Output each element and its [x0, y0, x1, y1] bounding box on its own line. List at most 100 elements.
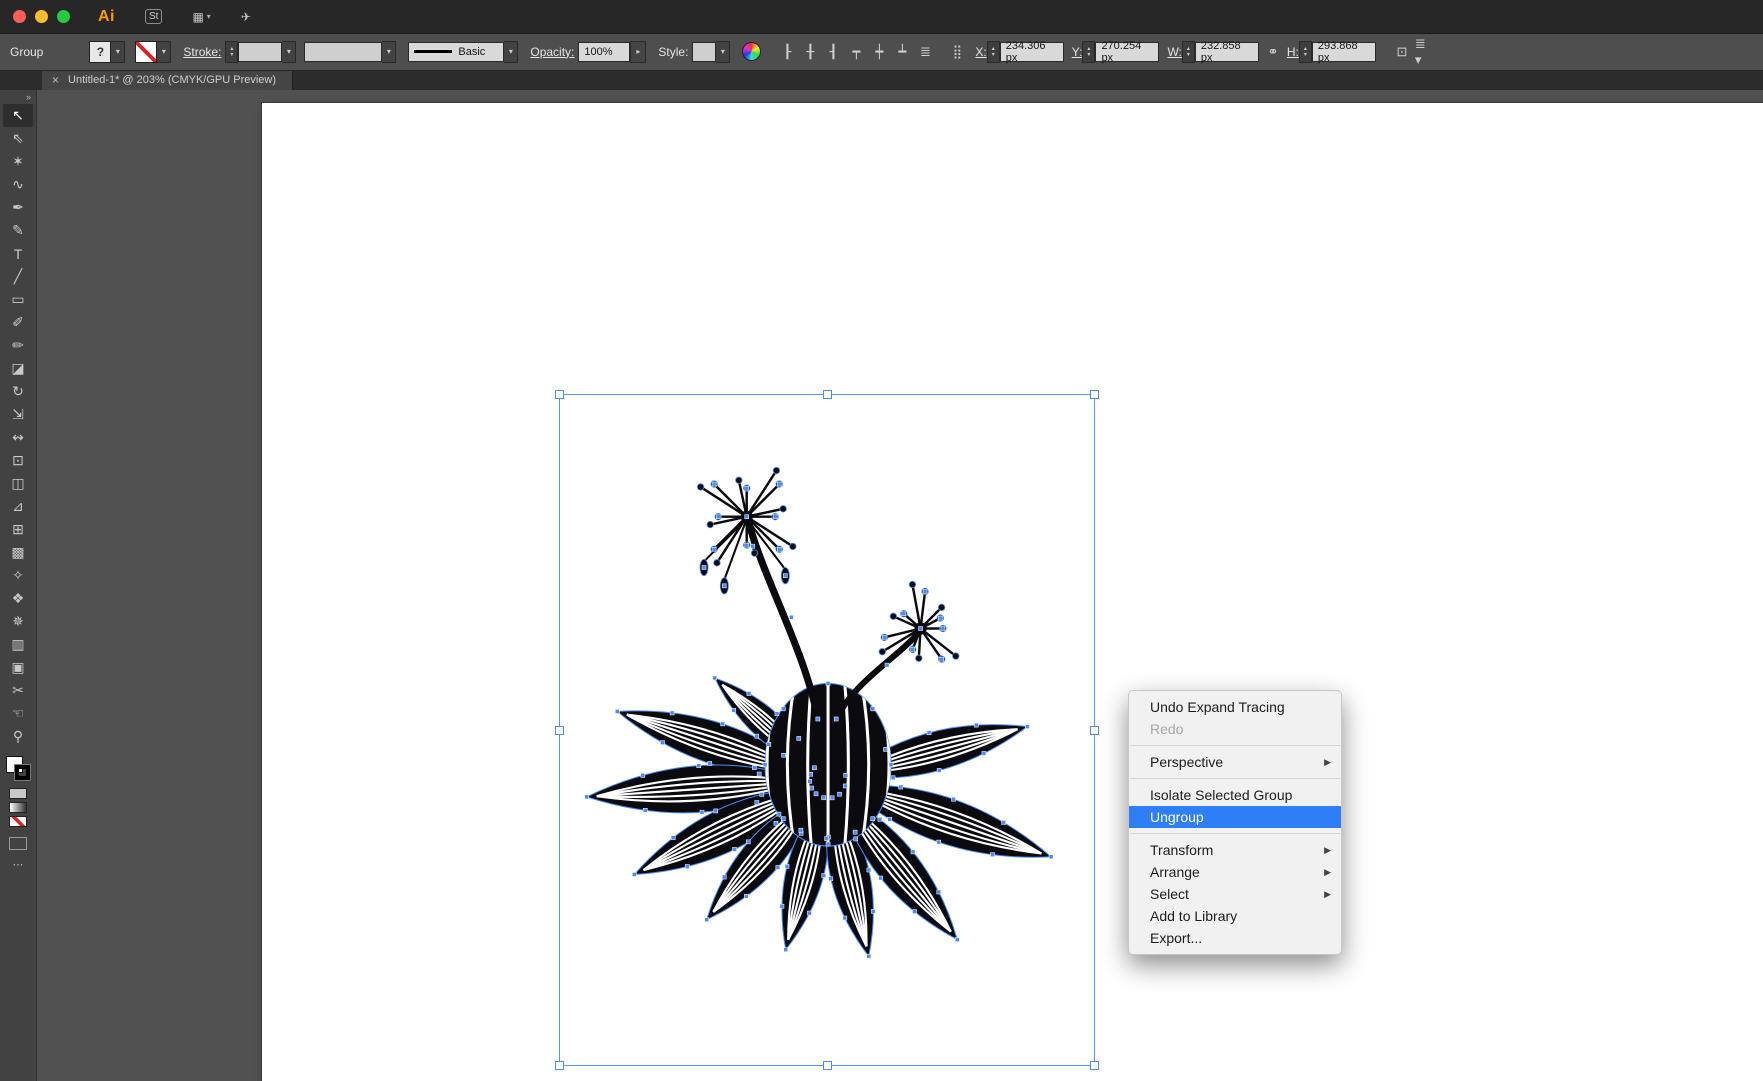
width-field[interactable]: ▴ ▾ 232.858 px — [1182, 41, 1259, 63]
zoom-tool[interactable]: ⚲ — [3, 725, 33, 748]
selection-handle-ne[interactable] — [1090, 390, 1099, 399]
rectangle-tool[interactable]: ▭ — [3, 288, 33, 311]
artboard-tool[interactable]: ▣ — [3, 656, 33, 679]
selection-handle-s[interactable] — [823, 1061, 832, 1070]
free-transform-tool[interactable]: ⊡ — [3, 449, 33, 472]
perspective-grid-tool[interactable]: ⊿ — [3, 495, 33, 518]
selection-options-icon[interactable]: ≣ ▾ — [1415, 42, 1435, 62]
distribute-objects-icon[interactable]: ≣ — [915, 42, 935, 62]
rotate-tool[interactable]: ↻ — [3, 380, 33, 403]
fill-stroke-indicator[interactable] — [6, 756, 30, 780]
fit-artboard-icon[interactable]: ⊡ — [1392, 42, 1412, 62]
selection-handle-se[interactable] — [1090, 1061, 1099, 1070]
menu-item-undo-expand-tracing[interactable]: Undo Expand Tracing — [1129, 696, 1341, 718]
chevron-down-icon[interactable]: ▾ — [282, 41, 296, 63]
x-coordinate-label[interactable]: X: — [975, 45, 986, 59]
style-select[interactable]: ▾ — [692, 41, 730, 63]
close-window-button[interactable] — [13, 10, 26, 23]
align-horizontal-right-icon[interactable]: ┨ — [823, 42, 843, 62]
align-horizontal-left-icon[interactable]: ┠ — [777, 42, 797, 62]
align-vertical-center-icon[interactable]: ┿ — [869, 42, 889, 62]
align-vertical-bottom-icon[interactable]: ┷ — [892, 42, 912, 62]
menu-item-select[interactable]: Select▶ — [1129, 883, 1341, 905]
opacity-link[interactable]: Opacity: — [530, 45, 574, 59]
magic-wand-tool[interactable]: ✶ — [3, 150, 33, 173]
menu-item-ungroup[interactable]: Ungroup — [1129, 806, 1341, 828]
hand-tool[interactable]: ☜ — [3, 702, 33, 725]
selection-handle-n[interactable] — [823, 390, 832, 399]
direct-selection-tool[interactable]: ⇖ — [3, 127, 33, 150]
menu-item-isolate-selected-group[interactable]: Isolate Selected Group — [1129, 784, 1341, 806]
align-horizontal-center-icon[interactable]: ╂ — [800, 42, 820, 62]
more-tools-icon[interactable]: ⋯ — [13, 858, 24, 871]
x-coordinate-field[interactable]: ▴ ▾ 234.306 px — [987, 41, 1064, 63]
gradient-mode-button[interactable] — [9, 802, 27, 813]
recolor-artwork-icon[interactable] — [742, 42, 761, 61]
expand-panel-icon[interactable]: » — [26, 92, 31, 102]
width-tool[interactable]: ↭ — [3, 426, 33, 449]
stroke-weight-field[interactable]: ▴ ▾ ▾ — [225, 41, 296, 63]
stepper-icon[interactable]: ▴ ▾ — [1299, 41, 1312, 63]
minimize-window-button[interactable] — [35, 10, 48, 23]
scale-tool[interactable]: ⇲ — [3, 403, 33, 426]
screen-mode-button[interactable] — [9, 837, 27, 850]
menu-item-perspective[interactable]: Perspective▶ — [1129, 751, 1341, 773]
fill-color-swatch[interactable]: ▾ — [135, 41, 171, 63]
lasso-tool[interactable]: ∿ — [3, 173, 33, 196]
type-tool[interactable]: T — [3, 242, 33, 265]
none-mode-button[interactable] — [9, 816, 27, 827]
close-tab-icon[interactable]: × — [52, 73, 59, 87]
stroke-swatch[interactable] — [15, 765, 30, 780]
paintbrush-tool[interactable]: ✐ — [3, 311, 33, 334]
height-field[interactable]: ▴ ▾ 293.868 px — [1299, 41, 1376, 63]
height-label[interactable]: H: — [1287, 45, 1299, 59]
eyedropper-tool[interactable]: ✧ — [3, 564, 33, 587]
traced-flower-artwork[interactable] — [582, 429, 1070, 1009]
shape-builder-tool[interactable]: ◫ — [3, 472, 33, 495]
stepper-icon[interactable]: ▴ ▾ — [1182, 41, 1195, 63]
gradient-tool[interactable]: ▩ — [3, 541, 33, 564]
share-icon[interactable]: ✈ — [241, 10, 251, 24]
pen-tool[interactable]: ✒ — [3, 196, 33, 219]
blend-tool[interactable]: ❖ — [3, 587, 33, 610]
width-label[interactable]: W: — [1167, 45, 1181, 59]
line-segment-tool[interactable]: ╱ — [3, 265, 33, 288]
menu-item-transform[interactable]: Transform▶ — [1129, 839, 1341, 861]
selection-bounding-box[interactable] — [559, 394, 1095, 1066]
menu-item-arrange[interactable]: Arrange▶ — [1129, 861, 1341, 883]
slice-tool[interactable]: ✂ — [3, 679, 33, 702]
menu-item-add-to-library[interactable]: Add to Library — [1129, 905, 1341, 927]
selection-handle-sw[interactable] — [555, 1061, 564, 1070]
menu-item-export[interactable]: Export... — [1129, 927, 1341, 949]
stroke-link[interactable]: Stroke: — [183, 45, 221, 59]
transform-grid-icon[interactable]: ⣿ — [947, 42, 967, 62]
constrain-proportions-link-icon[interactable]: ⚭ — [1263, 42, 1283, 62]
mesh-tool[interactable]: ⊞ — [3, 518, 33, 541]
y-coordinate-label[interactable]: Y: — [1072, 45, 1083, 59]
color-mode-button[interactable] — [9, 788, 27, 799]
stepper-icon[interactable]: ▴ ▾ — [225, 41, 238, 63]
canvas[interactable]: Undo Expand TracingRedoPerspective▶Isola… — [36, 90, 1763, 1081]
chevron-down-icon[interactable]: ▾ — [504, 41, 518, 63]
graphic-style-thumbnail[interactable]: ? ▾ — [89, 41, 125, 63]
zoom-window-button[interactable] — [57, 10, 70, 23]
eraser-tool[interactable]: ◪ — [3, 357, 33, 380]
selection-handle-w[interactable] — [555, 726, 564, 735]
chevron-down-icon[interactable]: ▾ — [111, 41, 125, 63]
stepper-icon[interactable]: ▴ ▾ — [987, 41, 1000, 63]
column-graph-tool[interactable]: ▥ — [3, 633, 33, 656]
arrange-documents-icon[interactable]: ▦ ▾ — [192, 10, 210, 24]
curvature-tool[interactable]: ✎ — [3, 219, 33, 242]
y-coordinate-field[interactable]: ▴ ▾ 270.254 px — [1082, 41, 1159, 63]
variable-width-profile-select[interactable]: ▾ — [304, 41, 396, 63]
selection-tool[interactable]: ↖ — [3, 104, 33, 127]
selection-handle-nw[interactable] — [555, 390, 564, 399]
chevron-down-icon[interactable]: ▾ — [716, 41, 730, 63]
chevron-down-icon[interactable]: ▾ — [382, 41, 396, 63]
document-tab[interactable]: × Untitled-1* @ 203% (CMYK/GPU Preview) — [42, 70, 293, 90]
stepper-icon[interactable]: ▴ ▾ — [1082, 41, 1095, 63]
stock-icon[interactable]: St — [145, 9, 162, 24]
align-vertical-top-icon[interactable]: ┯ — [846, 42, 866, 62]
chevron-down-icon[interactable]: ▾ — [157, 41, 171, 63]
opacity-field[interactable]: 100% ▸ — [578, 41, 646, 63]
